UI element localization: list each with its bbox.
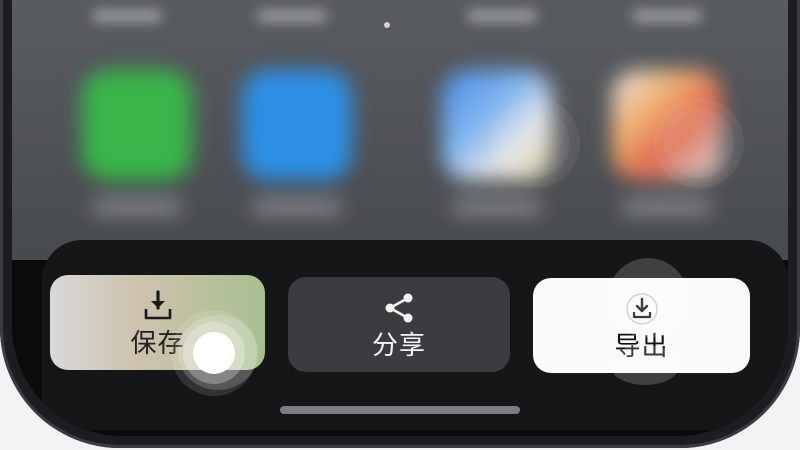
download-tray-icon <box>141 289 175 323</box>
touch-ghost-ring <box>610 345 680 385</box>
share-button-label: 分享 <box>371 330 426 361</box>
touch-ghost-ring <box>664 108 734 178</box>
phone-app-icon <box>82 70 192 180</box>
blurred-label <box>467 10 537 22</box>
home-screen-wallpaper <box>12 0 788 260</box>
blurred-label <box>257 10 327 22</box>
blurred-top-labels <box>12 10 788 30</box>
touch-ghost-ring <box>500 108 570 178</box>
touch-ghost-ring <box>608 258 688 338</box>
mail-app-icon <box>242 70 352 180</box>
share-button[interactable]: 分享 <box>288 277 510 372</box>
blurred-label <box>92 10 162 22</box>
app-label <box>622 200 712 214</box>
home-indicator[interactable] <box>280 406 520 414</box>
page-indicator-dot <box>384 22 390 28</box>
app-label <box>252 200 342 214</box>
phone-frame <box>0 0 800 448</box>
touch-indicator <box>193 332 235 374</box>
blurred-label <box>632 10 702 22</box>
app-label <box>452 200 542 214</box>
save-button-label: 保存 <box>130 328 185 359</box>
share-icon <box>382 291 416 325</box>
app-label <box>92 200 182 214</box>
